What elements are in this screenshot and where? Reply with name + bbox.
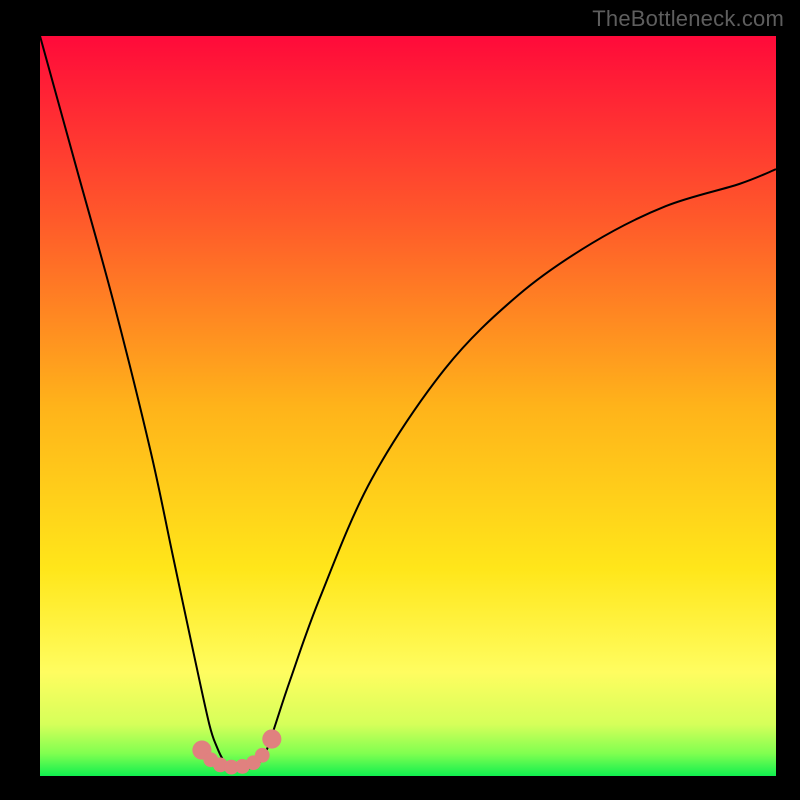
bottleneck-chart [0,0,800,800]
watermark-text: TheBottleneck.com [592,6,784,32]
chart-stage: TheBottleneck.com [0,0,800,800]
